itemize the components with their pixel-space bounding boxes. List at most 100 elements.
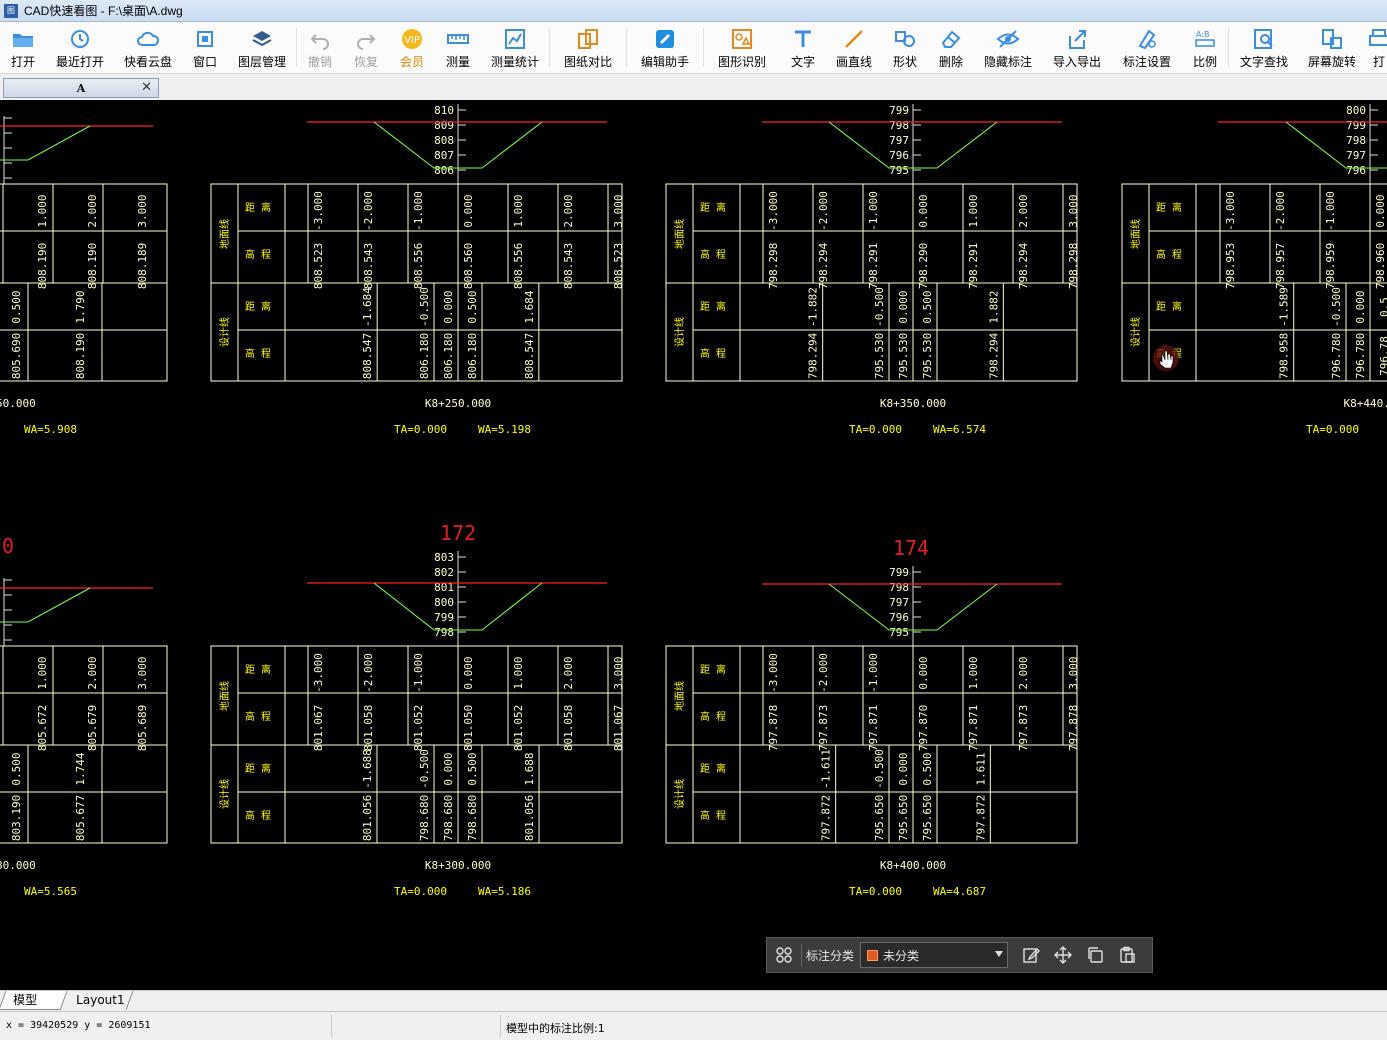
drawing-canvas[interactable]: 1.000 808.190 2.000 808.190 3.000 808.189 0.50… xyxy=(0,100,1387,990)
design-elev-value: 795.650 xyxy=(897,795,910,841)
ground-elev-value: 805.689 xyxy=(136,705,149,751)
ground-offset-value: -2.000 xyxy=(362,191,375,231)
document-tab[interactable]: A ✕ xyxy=(3,78,159,98)
ground-elev-value: 798.957 xyxy=(1274,243,1287,289)
design-elev-value: 808.547 xyxy=(361,333,374,379)
vip-label: 会员 xyxy=(399,55,424,69)
edit-helper-icon xyxy=(653,27,677,51)
title-bar: 图 CAD快速看图 - F:\桌面\A.dwg xyxy=(0,0,1387,22)
ground-offset-value: 2.000 xyxy=(562,194,575,227)
design-offset-value: 1.790 xyxy=(74,290,87,323)
measure-stats-label: 测量统计 xyxy=(490,55,539,69)
copy-icon[interactable] xyxy=(1082,942,1108,968)
shape-recognize-button[interactable]: 图形识别 xyxy=(704,22,780,73)
section-wa: WA=4.687 xyxy=(933,885,986,898)
ground-elev-value: 798.959 xyxy=(1324,243,1337,289)
cad-drawing[interactable]: 1.000808.1902.000808.1903.000808.1890.50… xyxy=(0,100,1387,990)
ground-offset-value: 1.000 xyxy=(967,194,980,227)
design-group-label: 设计线 xyxy=(218,317,231,347)
elevation-tick-label: 795 xyxy=(889,626,909,639)
ground-elev-value: 808.556 xyxy=(412,243,425,289)
line-button[interactable]: 画直线 xyxy=(826,22,882,73)
ground-offset-value: -3.000 xyxy=(312,191,325,231)
ground-offset-value: 3.000 xyxy=(136,656,149,689)
open-button[interactable]: 打开 xyxy=(0,22,46,73)
section-chainage: K8+440.0 xyxy=(1344,397,1387,410)
ground-elev-value: 798.290 xyxy=(917,243,930,289)
elevation-tick-label: 799 xyxy=(434,611,454,624)
section-number: 172 xyxy=(440,521,476,545)
text-button[interactable]: 文字 xyxy=(780,22,826,73)
design-elev-value: 806.180 xyxy=(442,333,455,379)
elevation-tick-label: 797 xyxy=(889,596,909,609)
design-offset-value: 1.688 xyxy=(523,752,536,785)
paste-icon[interactable] xyxy=(1114,942,1140,968)
tab-layout1[interactable]: Layout1 xyxy=(62,991,134,1010)
layers-button[interactable]: 图层管理 xyxy=(228,22,296,73)
design-elev-value: 798.680 xyxy=(418,795,431,841)
redo-button: 恢复 xyxy=(343,22,389,73)
hide-anno-button[interactable]: 隐藏标注 xyxy=(974,22,1042,73)
row-label-elevation: 高程 xyxy=(245,347,277,360)
elevation-tick-label: 797 xyxy=(1346,149,1366,162)
ground-elev-value: 798.298 xyxy=(767,243,780,289)
vip-button[interactable]: VIP 会员 xyxy=(389,22,435,73)
elevation-tick-label: 799 xyxy=(889,104,909,117)
print-button[interactable]: 打 xyxy=(1365,22,1387,73)
design-elev-value: 798.294 xyxy=(987,332,1000,379)
ground-offset-value: 0.000 xyxy=(462,656,475,689)
annotation-category-select[interactable]: 未分类 xyxy=(860,942,1009,968)
row-label-elevation: 高程 xyxy=(245,710,277,723)
status-bar: x = 39420529 y = 2609151 模型中的标注比例:1 xyxy=(0,1011,1387,1040)
measure-stats-button[interactable]: 测量统计 xyxy=(481,22,549,73)
ground-elev-value: 801.058 xyxy=(362,705,375,751)
edit-helper-button[interactable]: 编辑助手 xyxy=(627,22,703,73)
section-wa: WA=5.186 xyxy=(478,885,531,898)
grid-view-icon[interactable] xyxy=(771,942,797,968)
hand-cursor-icon xyxy=(1153,345,1179,371)
text-label: 文字 xyxy=(790,55,815,69)
ground-elev-value: 801.067 xyxy=(312,705,325,751)
ground-offset-value: 2.000 xyxy=(1017,656,1030,689)
row-label-offset: 距离 xyxy=(700,762,732,775)
layout-tab-bar: 模型 Layout1 xyxy=(0,990,1387,1010)
import-export-label: 导入导出 xyxy=(1052,55,1101,69)
shape-button[interactable]: 形状 xyxy=(882,22,928,73)
annotation-toolbar: 标注分类 未分类 xyxy=(766,937,1153,973)
design-elev-value: 797.872 xyxy=(974,795,987,841)
design-elev-value: 798.294 xyxy=(807,332,820,379)
ground-offset-value: -3.000 xyxy=(1224,191,1237,231)
history-icon xyxy=(68,27,92,51)
text-search-button[interactable]: 文字查找 xyxy=(1229,22,1299,73)
anno-settings-button[interactable]: 标注设置 xyxy=(1112,22,1182,73)
ground-elev-value: 808.523 xyxy=(612,243,625,289)
measure-button[interactable]: 测量 xyxy=(435,22,481,73)
elevation-tick-label: 800 xyxy=(1346,104,1366,117)
ground-offset-value: -1.000 xyxy=(412,653,425,693)
edit-annotation-icon[interactable] xyxy=(1018,942,1044,968)
scale-button[interactable]: A:B 比例 xyxy=(1182,22,1228,73)
ground-offset-value: 1.000 xyxy=(967,656,980,689)
design-offset-value: 1.882 xyxy=(987,290,1000,323)
delete-button[interactable]: 删除 xyxy=(928,22,974,73)
vip-icon: VIP xyxy=(400,27,424,51)
eraser-icon xyxy=(939,27,963,51)
close-tab-icon[interactable]: ✕ xyxy=(141,80,152,95)
ground-offset-value: -1.000 xyxy=(867,653,880,693)
ground-profile-line xyxy=(1285,121,1387,169)
recent-button[interactable]: 最近打开 xyxy=(46,22,114,73)
window-button[interactable]: 窗口 xyxy=(182,22,228,73)
elevation-tick-label: 798 xyxy=(889,119,909,132)
elevation-tick-label: 796 xyxy=(889,611,909,624)
move-icon[interactable] xyxy=(1050,942,1076,968)
text-icon xyxy=(791,27,815,51)
compare-button[interactable]: 图纸对比 xyxy=(550,22,626,73)
ground-offset-value: -2.000 xyxy=(817,653,830,693)
layers-label: 图层管理 xyxy=(237,55,286,69)
import-export-button[interactable]: 导入导出 xyxy=(1042,22,1112,73)
rotate-button[interactable]: 屏幕旋转 xyxy=(1299,22,1365,73)
folder-icon xyxy=(11,27,35,51)
section-chainage: K8+400.000 xyxy=(880,859,946,872)
cloud-button[interactable]: 快看云盘 xyxy=(114,22,182,73)
tab-model[interactable]: 模型 xyxy=(0,991,68,1010)
